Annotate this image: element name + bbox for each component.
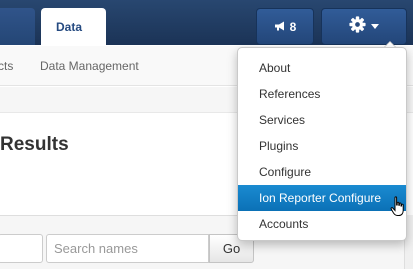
menu-item-references[interactable]: References xyxy=(238,81,406,107)
menu-item-plugins[interactable]: Plugins xyxy=(238,133,406,159)
menu-item-services[interactable]: Services xyxy=(238,107,406,133)
tab-data-label: Data xyxy=(56,20,83,34)
subnav-item-data-management[interactable]: Data Management xyxy=(40,59,139,73)
hand-cursor-icon xyxy=(390,196,406,223)
subnav-item-projects[interactable]: cts xyxy=(0,59,13,73)
page-title: Results xyxy=(0,134,69,155)
menu-item-ion-reporter-configure[interactable]: Ion Reporter Configure xyxy=(238,185,406,211)
tab-data[interactable]: Data xyxy=(41,8,106,46)
settings-button[interactable] xyxy=(321,8,407,45)
menu-item-accounts[interactable]: Accounts xyxy=(238,211,406,237)
megaphone-icon xyxy=(274,20,286,34)
top-navbar: Data 8 xyxy=(0,0,413,46)
menu-list: About References Services Plugins Config… xyxy=(238,48,406,237)
messages-button[interactable]: 8 xyxy=(256,8,314,45)
settings-dropdown-menu: About References Services Plugins Config… xyxy=(237,47,407,241)
messages-count: 8 xyxy=(289,19,297,34)
menu-item-configure[interactable]: Configure xyxy=(238,159,406,185)
tab-previous[interactable] xyxy=(0,8,35,45)
chevron-down-icon xyxy=(371,24,379,29)
menu-item-about[interactable]: About xyxy=(238,55,406,81)
gear-icon xyxy=(349,15,366,38)
filter-input[interactable] xyxy=(0,234,43,263)
search-input[interactable] xyxy=(46,234,209,263)
